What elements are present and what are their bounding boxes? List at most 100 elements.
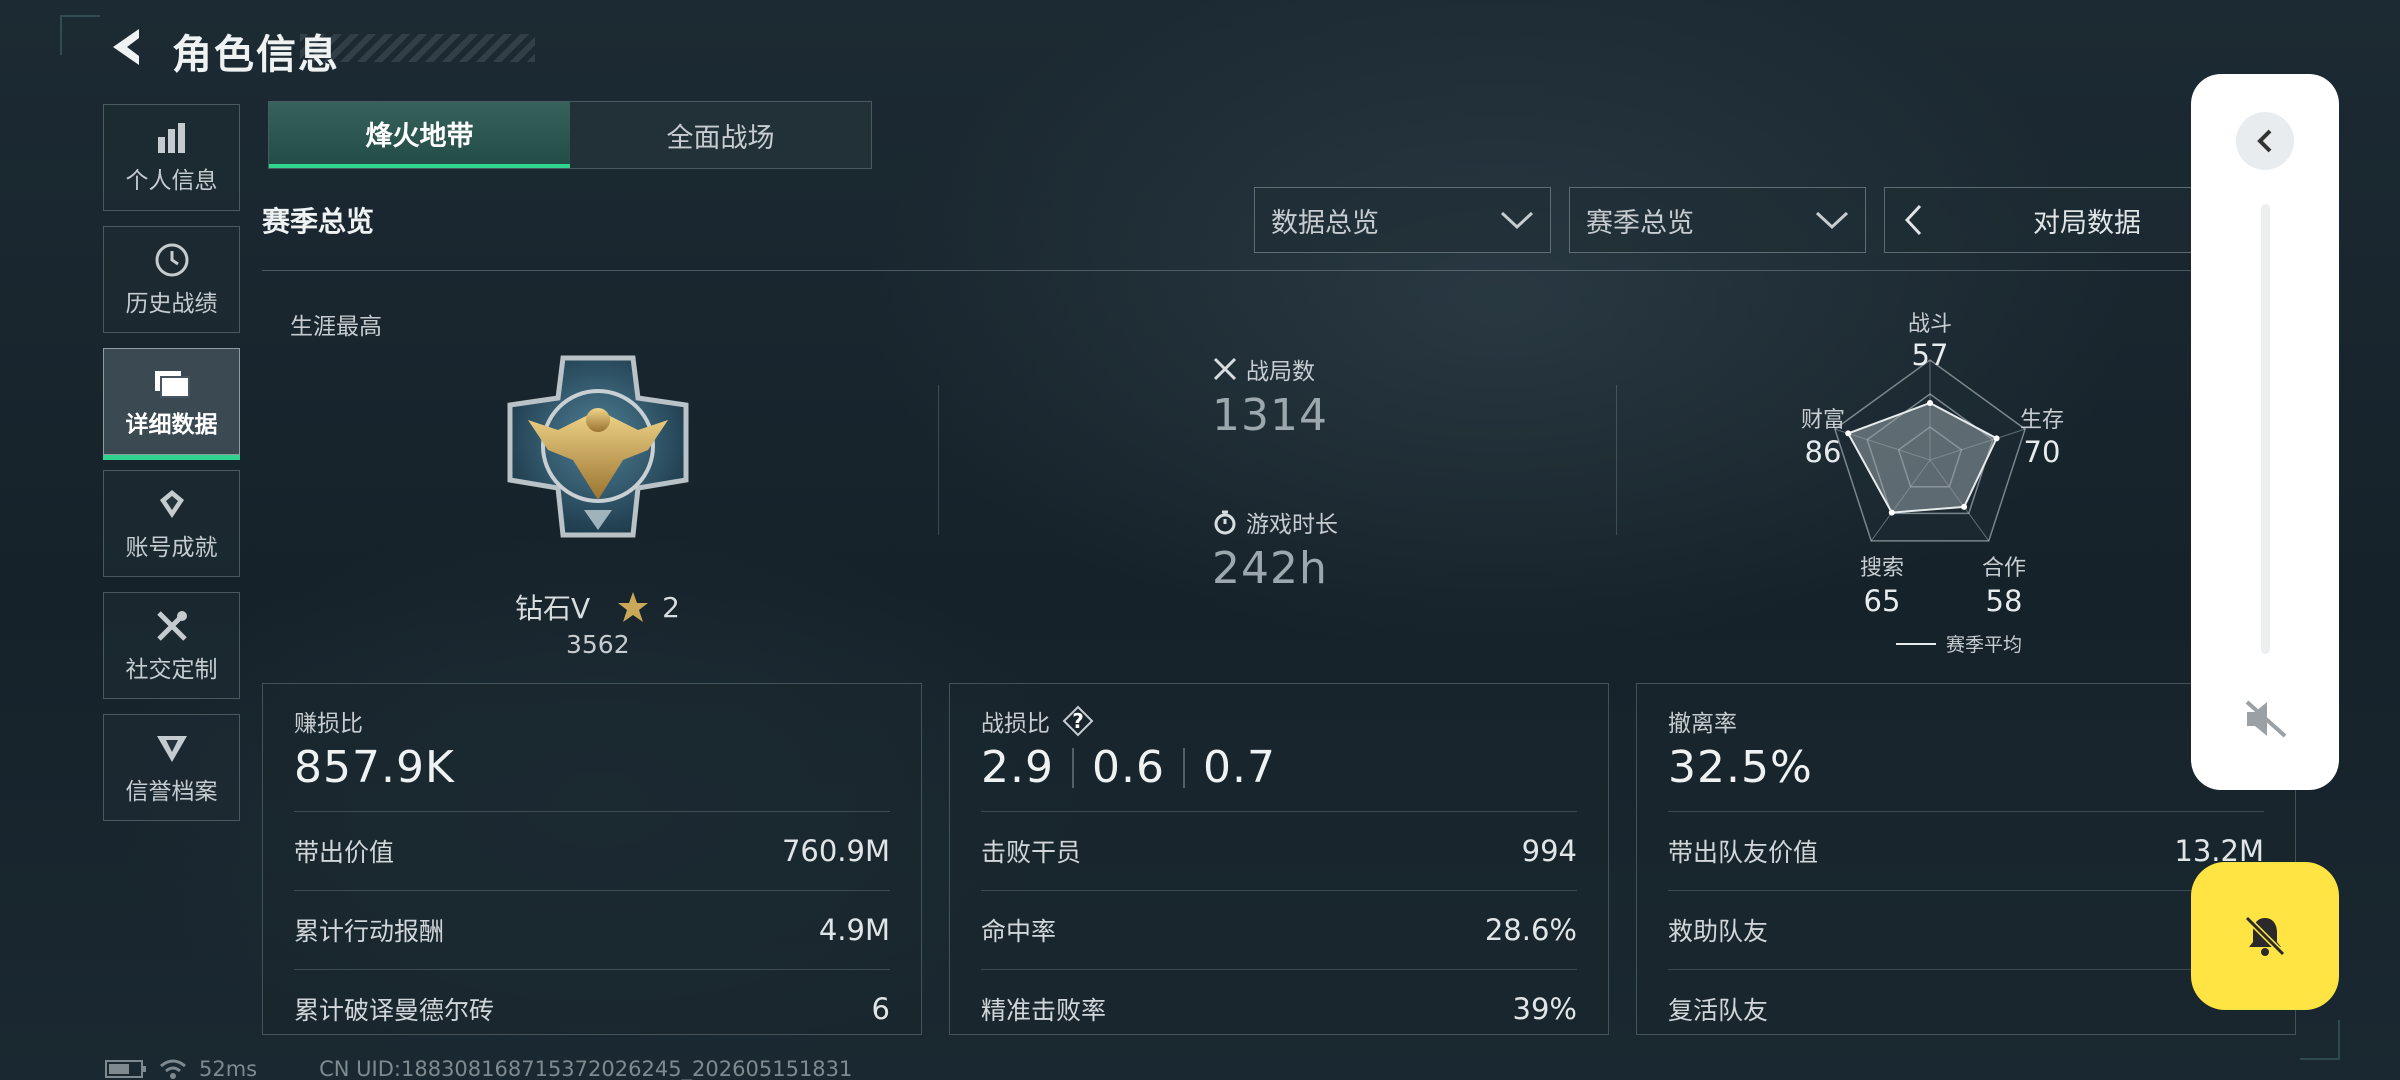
kd-value: 2.9 (981, 742, 1054, 793)
sidebar-item-label: 账号成就 (125, 534, 218, 561)
sidebar-item-credibility[interactable]: 信誉档案 (103, 714, 240, 821)
card-summary: 撤离率 32.5% (1668, 704, 2264, 811)
battery-icon (105, 1060, 146, 1078)
volume-slider[interactable] (2261, 204, 2270, 654)
rank-info: 钻石V 2 (515, 587, 680, 627)
career-label: 生涯最高 (290, 314, 382, 340)
section-title: 赛季总览 (262, 205, 375, 238)
achievement-icon (159, 489, 184, 518)
separator (1071, 747, 1074, 788)
sidebar-item-detailed-data[interactable]: 详细数据 (103, 348, 240, 460)
row-label: 击败干员 (981, 838, 1082, 867)
sidebar-item-history[interactable]: 历史战绩 (103, 226, 240, 333)
radar-value-wealth: 86 (1804, 435, 1842, 469)
chevron-down-icon (1500, 211, 1534, 230)
row-label: 累计行动报酬 (294, 917, 445, 946)
title-decoration (300, 34, 535, 62)
credibility-icon (156, 735, 187, 762)
matches-label: 战局数 (1246, 359, 1315, 385)
radar-label-coop: 合作 (1981, 556, 2026, 581)
tools-icon (156, 610, 187, 641)
card-title: 撤离率 (1668, 711, 1737, 737)
collapse-button[interactable] (2236, 112, 2294, 170)
radar-label-combat: 战斗 (1907, 312, 1952, 337)
matches-stat: 战局数 1314 (1212, 352, 1328, 441)
bell-off-icon (2244, 915, 2286, 957)
card-title: 赚损比 (294, 711, 363, 737)
playtime-value: 242h (1212, 543, 1328, 594)
back-arrow-icon (113, 29, 139, 65)
sidebar-item-label: 信誉档案 (125, 778, 218, 805)
row-value: 6 (871, 992, 890, 1026)
profit-ratio-value: 857.9K (294, 742, 455, 793)
divider (262, 270, 2197, 271)
status-bar: 52ms CN UID:188308168715372026245_202605… (105, 1057, 852, 1080)
history-icon (155, 243, 188, 276)
chevron-down-icon (1815, 211, 1849, 230)
uid-text: CN UID:188308168715372026245_20260515183… (319, 1057, 853, 1080)
radar-value-combat: 57 (1911, 338, 1949, 372)
help-icon: ? (1072, 709, 1084, 733)
playtime-label: 游戏时长 (1246, 512, 1338, 538)
stat-row: 累计行动报酬 4.9M (294, 890, 890, 969)
help-button[interactable]: ? (1062, 705, 1094, 737)
radar-point-combat (1927, 400, 1933, 406)
tab-full-battlefield[interactable]: 全面战场 (570, 102, 871, 168)
notification-toggle-button[interactable] (2191, 862, 2339, 1010)
radar-point-survival (1993, 435, 2000, 442)
playtime-label-row: 游戏时长 (1212, 505, 1338, 539)
stat-row: 复活队友 (1668, 969, 2264, 1048)
row-label: 精准击败率 (981, 996, 1107, 1025)
divider (1616, 385, 1617, 535)
sidebar-item-social[interactable]: 社交定制 (103, 592, 240, 699)
bar-chart-icon (157, 122, 185, 153)
tab-warzone[interactable]: 烽火地带 (269, 102, 570, 168)
rank-points: 3562 (566, 630, 630, 659)
matches-value: 1314 (1212, 390, 1328, 441)
legend-line (1896, 642, 1936, 645)
row-label: 命中率 (981, 917, 1057, 946)
sidebar-item-label: 个人信息 (125, 167, 218, 194)
sidebar-item-achievements[interactable]: 账号成就 (103, 470, 240, 577)
legend-label: 赛季平均 (1946, 634, 2023, 656)
ping-value: 52ms (199, 1057, 258, 1080)
floating-volume-panel (2191, 74, 2339, 790)
kd-value: 0.7 (1202, 742, 1276, 793)
radar-value-survival: 70 (2023, 435, 2061, 469)
match-data-selector[interactable]: 对局数据 (1884, 187, 2244, 253)
row-label: 带出价值 (294, 838, 395, 867)
card-title-row: 战损比 ? (981, 704, 1577, 738)
sidebar: 个人信息 历史战绩 详细数据 账号成就 社交定制 信誉档案 (103, 104, 240, 836)
card-title-row: 撤离率 (1668, 704, 2264, 738)
row-value: 28.6% (1484, 913, 1577, 947)
sidebar-item-label: 历史战绩 (125, 290, 218, 317)
separator (1182, 747, 1185, 788)
radar-label-wealth: 财富 (1800, 408, 1845, 433)
radar-label-survival: 生存 (2019, 408, 2064, 433)
card-title-row: 赚损比 (294, 704, 890, 738)
extract-rate-value: 32.5% (1668, 742, 1813, 793)
sidebar-item-label: 详细数据 (125, 411, 218, 438)
back-button[interactable] (100, 22, 150, 72)
radar-point-search (1888, 509, 1895, 516)
stat-row: 救助队友 (1668, 890, 2264, 969)
chevron-left-icon (2257, 129, 2272, 153)
data-overview-dropdown[interactable]: 数据总览 (1254, 187, 1551, 253)
kd-card: 战损比 ? 2.9 0.6 0.7 击败干员 994 命中率 28.6% 精准击败率… (949, 683, 1609, 1035)
rank-badge-icon (507, 355, 689, 538)
cards-icon (154, 370, 190, 398)
sidebar-item-label: 社交定制 (125, 656, 218, 683)
sidebar-item-personal-info[interactable]: 个人信息 (103, 104, 240, 211)
wifi-icon (160, 1059, 186, 1079)
stat-row: 带出队友价值 13.2M (1668, 811, 2264, 890)
row-value: 994 (1521, 834, 1577, 868)
mode-tabs: 烽火地带 全面战场 (268, 101, 872, 169)
divider (938, 385, 939, 535)
kd-value: 0.6 (1091, 742, 1165, 793)
row-label: 复活队友 (1668, 996, 1769, 1025)
mute-button[interactable] (2241, 694, 2291, 744)
playtime-stat: 游戏时长 242h (1212, 505, 1338, 594)
speaker-muted-icon (2245, 700, 2287, 738)
season-overview-dropdown[interactable]: 赛季总览 (1569, 187, 1866, 253)
radar-value-search: 65 (1863, 584, 1901, 618)
